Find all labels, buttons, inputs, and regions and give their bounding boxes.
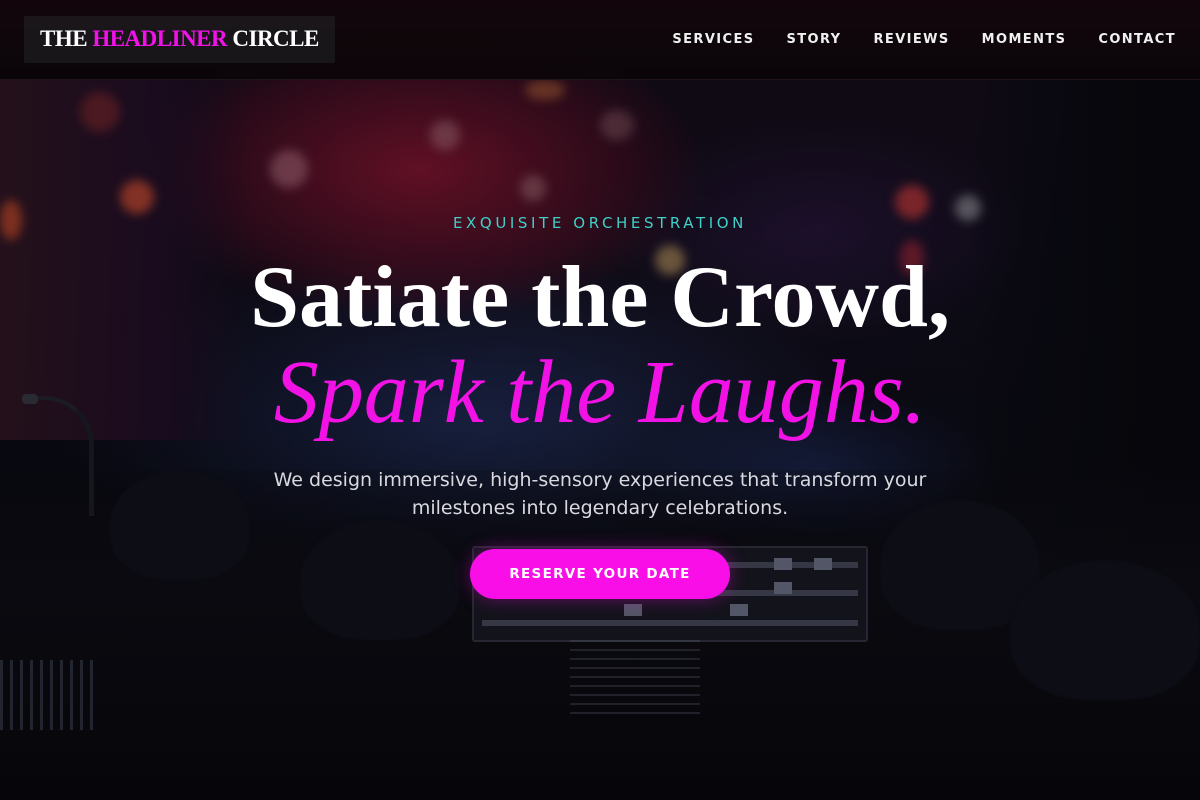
hero-subtitle: We design immersive, high-sensory experi… (273, 469, 927, 519)
reserve-date-button[interactable]: RESERVE YOUR DATE (470, 549, 730, 599)
hero-title-line2: Spark the Laughs. (273, 343, 927, 442)
hero-section: EXQUISITE ORCHESTRATION Satiate the Crow… (0, 0, 1200, 800)
hero-title-line1: Satiate the Crowd, (250, 249, 950, 346)
hero-eyebrow: EXQUISITE ORCHESTRATION (452, 214, 748, 232)
